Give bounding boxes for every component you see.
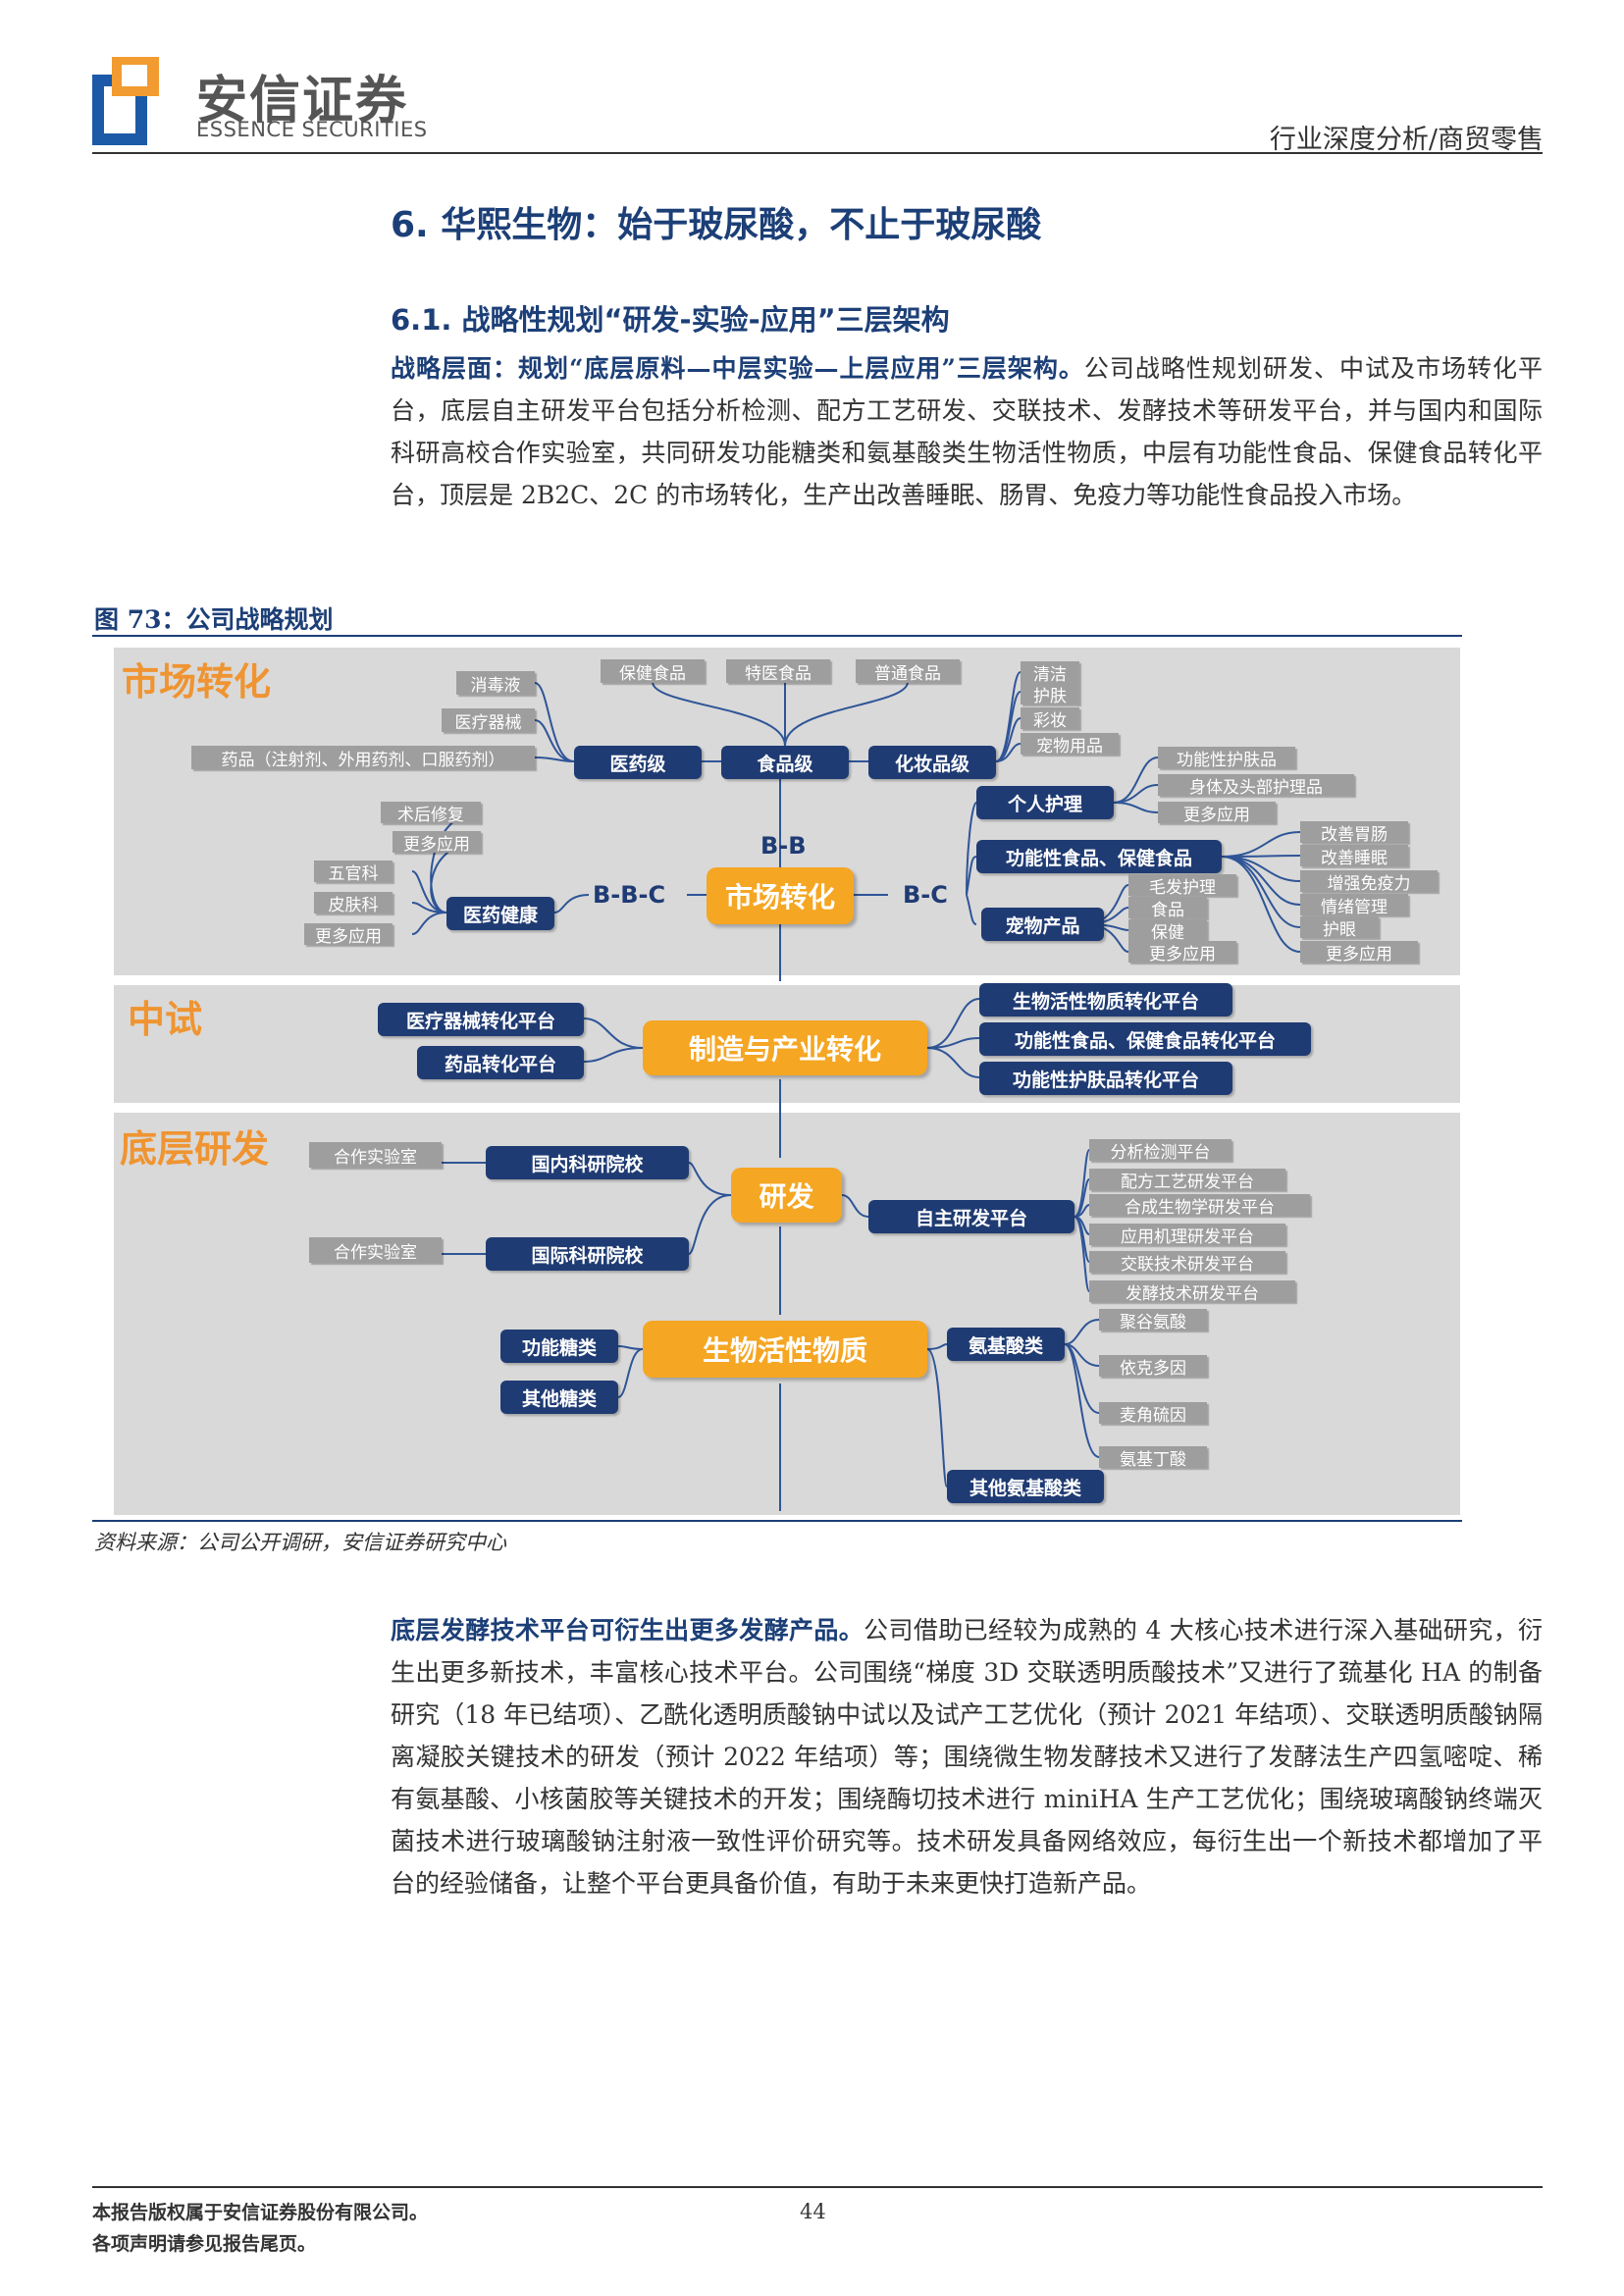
functional-food-item: 情绪管理 <box>1300 894 1408 917</box>
personal-care-node: 个人护理 <box>976 786 1114 819</box>
health-item: 术后修复 <box>381 802 481 825</box>
pharma-item: 药品（注射剂、外用药剂、口服药剂） <box>191 746 535 770</box>
copyright-notice: 本报告版权属于安信证券股份有限公司。 <box>92 2202 429 2223</box>
pilot-right-node: 功能性食品、保健食品转化平台 <box>979 1022 1311 1056</box>
amino-acid-item: 麦角硫因 <box>1099 1402 1207 1426</box>
partner-lab: 合作实验室 <box>309 1237 442 1263</box>
pet-item: 更多应用 <box>1128 941 1236 965</box>
pilot-left-node: 药品转化平台 <box>417 1046 584 1079</box>
disclaimer-notice: 各项声明请参见报告尾页。 <box>92 2233 317 2255</box>
bb-label: B-B <box>760 832 807 860</box>
cosmetic-item: 彩妆 <box>1021 707 1079 731</box>
bc-label: B-C <box>903 881 948 909</box>
own-rnd-item: 发酵技术研发平台 <box>1089 1280 1295 1304</box>
level-box-pharma: 医药级 <box>574 746 702 779</box>
functional-food-item: 改善胃肠 <box>1300 821 1408 845</box>
other-sugar-node: 其他糖类 <box>500 1381 618 1414</box>
food-item: 特医食品 <box>726 659 830 684</box>
strategy-diagram <box>411 671 1301 1511</box>
footer-divider <box>92 2186 1543 2188</box>
amino-acid-item: 聚谷氨酸 <box>1099 1309 1207 1332</box>
market-center-node: 市场转化 <box>707 867 854 924</box>
figure-bottom-rule <box>92 1520 1462 1522</box>
functional-food-item: 增强免疫力 <box>1300 870 1438 894</box>
partner-lab: 合作实验室 <box>309 1142 442 1168</box>
functional-food-item: 更多应用 <box>1300 941 1418 965</box>
own-rnd-item: 配方工艺研发平台 <box>1089 1169 1285 1192</box>
own-rnd-item: 应用机理研发平台 <box>1089 1224 1285 1247</box>
pet-item: 毛发护理 <box>1128 874 1236 898</box>
cosmetic-item: 护肤 <box>1021 683 1079 706</box>
bioactive-center-node: 生物活性物质 <box>643 1321 927 1378</box>
health-item: 更多应用 <box>393 831 481 855</box>
amino-acid-item: 依克多因 <box>1099 1355 1207 1379</box>
food-item: 保健食品 <box>601 659 705 684</box>
own-rnd-item: 分析检测平台 <box>1089 1139 1231 1163</box>
level-box-food: 食品级 <box>721 746 849 779</box>
functional-food-item: 护眼 <box>1300 916 1379 940</box>
health-node: 医药健康 <box>446 897 554 930</box>
food-item: 普通食品 <box>856 659 960 684</box>
pilot-center-node: 制造与产业转化 <box>643 1020 927 1075</box>
pilot-left-node: 医疗器械转化平台 <box>378 1003 584 1036</box>
personal-care-item: 身体及头部护理品 <box>1158 774 1354 798</box>
pilot-right-node: 功能性护肤品转化平台 <box>979 1062 1232 1095</box>
functional-food-item: 改善睡眠 <box>1300 845 1408 868</box>
health-item: 皮肤科 <box>314 892 393 915</box>
amino-acid-item: 氨基丁酸 <box>1099 1446 1207 1470</box>
level-box-cosmetic: 化妆品级 <box>868 746 996 779</box>
fermentation-paragraph-lead: 底层发酵技术平台可衍生出更多发酵产品。 <box>391 1616 864 1644</box>
fermentation-paragraph-body: 公司借助已经较为成熟的 4 大核心技术进行深入基础研究，衍生出更多新技术，丰富核… <box>391 1616 1543 1898</box>
health-item: 五官科 <box>314 861 393 884</box>
pet-item: 食品 <box>1128 897 1207 920</box>
functional-food-node: 功能性食品、保健食品 <box>976 840 1222 873</box>
cosmetic-item: 宠物用品 <box>1021 733 1119 757</box>
amino-acid-node: 氨基酸类 <box>947 1328 1065 1361</box>
personal-care-item: 功能性护肤品 <box>1158 747 1295 770</box>
health-item: 更多应用 <box>304 923 393 947</box>
cosmetic-item: 清洁 <box>1021 661 1079 685</box>
own-rnd-item: 合成生物学研发平台 <box>1089 1194 1310 1218</box>
page-number: 44 <box>800 2200 826 2223</box>
bbc-label: B-B-C <box>593 881 666 909</box>
functional-sugar-node: 功能糖类 <box>500 1330 618 1363</box>
pet-item: 保健 <box>1128 919 1207 943</box>
domestic-institutes-node: 国内科研院校 <box>486 1146 689 1179</box>
figure-source: 资料来源：公司公开调研，安信证券研究中心 <box>94 1531 506 1554</box>
other-amino-acid-node: 其他氨基酸类 <box>947 1470 1104 1503</box>
pet-node: 宠物产品 <box>981 908 1104 941</box>
own-rnd-platform-node: 自主研发平台 <box>868 1200 1074 1233</box>
pharma-item: 医疗器械 <box>442 708 535 733</box>
own-rnd-item: 交联技术研发平台 <box>1089 1251 1285 1275</box>
international-institutes-node: 国际科研院校 <box>486 1237 689 1271</box>
personal-care-item: 更多应用 <box>1158 802 1276 825</box>
pharma-item: 消毒液 <box>456 671 535 696</box>
fermentation-paragraph: 底层发酵技术平台可衍生出更多发酵产品。公司借助已经较为成熟的 4 大核心技术进行… <box>391 1609 1543 1905</box>
rnd-center-node: 研发 <box>731 1168 842 1223</box>
pilot-right-node: 生物活性物质转化平台 <box>979 983 1232 1017</box>
